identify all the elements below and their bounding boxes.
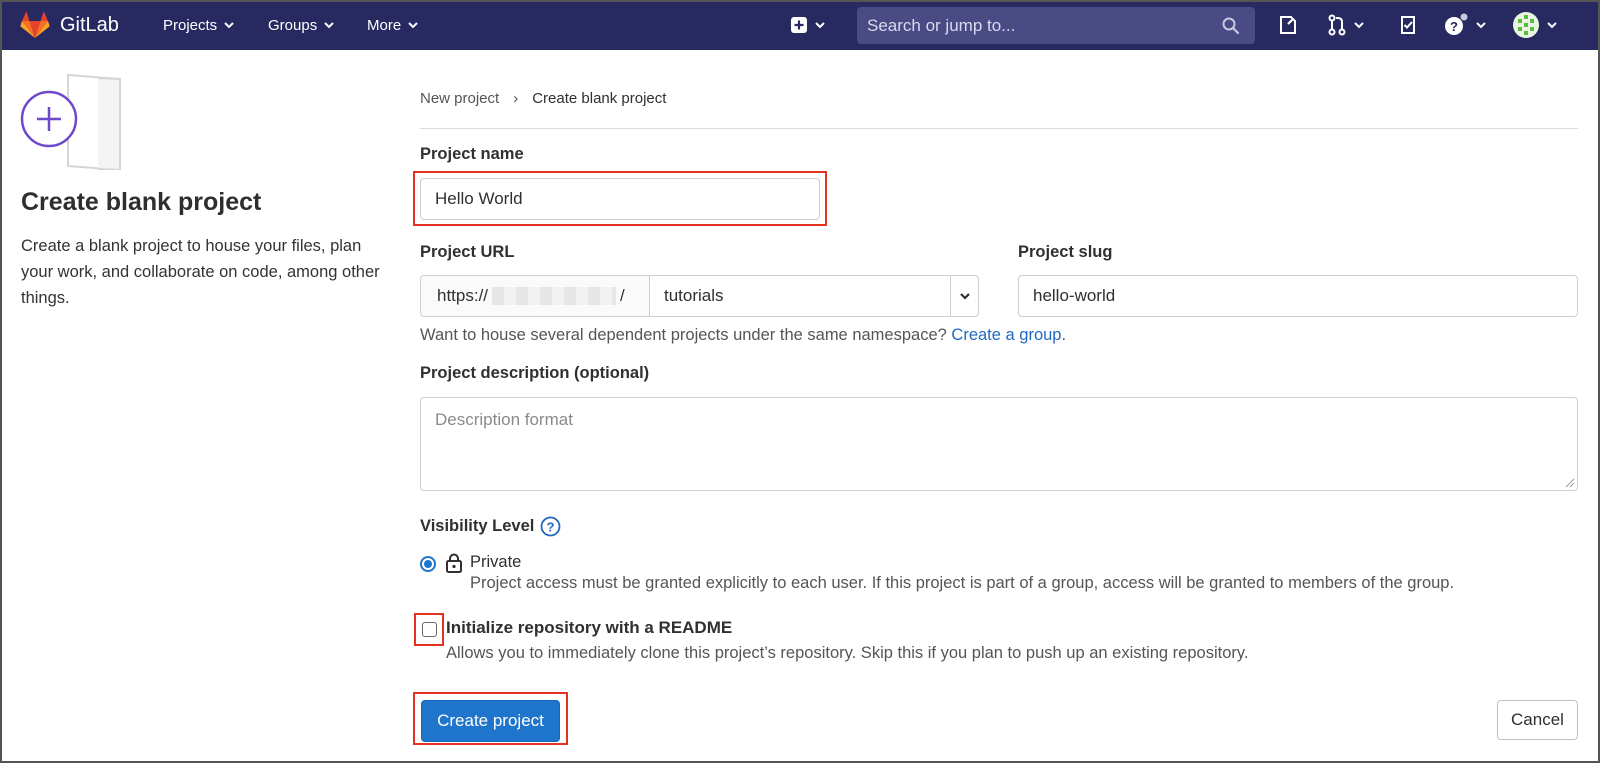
new-item-dropdown[interactable]	[790, 0, 826, 50]
project-slug-label: Project slug	[1018, 243, 1113, 261]
merge-request-icon	[1328, 14, 1346, 36]
help-dropdown[interactable]: ?	[1443, 0, 1487, 50]
visibility-private-label: Private	[470, 553, 522, 571]
avatar	[1513, 12, 1539, 38]
project-slug-input[interactable]: hello-world	[1018, 275, 1578, 317]
create-project-button[interactable]: Create project	[421, 700, 560, 742]
merge-requests-dropdown[interactable]	[1327, 0, 1365, 50]
search-icon	[1222, 17, 1240, 34]
chevron-down-icon	[408, 22, 418, 29]
search-placeholder: Search or jump to...	[867, 15, 1016, 35]
namespace-select[interactable]: tutorials	[649, 275, 979, 317]
resize-handle-icon[interactable]	[1565, 478, 1575, 488]
readme-desc: Allows you to immediately clone this pro…	[446, 644, 1249, 662]
divider	[420, 128, 1578, 129]
chevron-down-icon	[1547, 22, 1557, 29]
description-label: Project description (optional)	[420, 364, 650, 382]
breadcrumb-current: Create blank project	[532, 90, 667, 107]
help-icon: ?	[1445, 13, 1468, 35]
gitlab-home-link[interactable]: GitLab	[20, 0, 119, 50]
namespace-help-trail: .	[1061, 326, 1067, 344]
page-title: Create blank project	[21, 188, 262, 216]
url-prefix-text: https://	[437, 286, 489, 305]
search-input[interactable]: Search or jump to...	[857, 7, 1255, 44]
help-circle-icon[interactable]: ?	[540, 516, 561, 537]
description-textarea[interactable]: Description format	[420, 397, 1578, 491]
namespace-dropdown-toggle[interactable]	[950, 276, 978, 316]
breadcrumb-parent-link[interactable]: New project	[420, 90, 499, 107]
svg-text:?: ?	[1450, 19, 1458, 34]
top-navbar: GitLab Projects Groups More Search or ju…	[0, 0, 1600, 50]
namespace-value: tutorials	[664, 286, 724, 305]
project-name-value: Hello World	[435, 189, 523, 208]
svg-text:?: ?	[547, 520, 555, 535]
project-name-input[interactable]: Hello World	[420, 178, 820, 220]
more-menu[interactable]: More	[367, 0, 419, 50]
projects-menu-label: Projects	[163, 16, 218, 34]
url-suffix-text: /	[620, 286, 625, 305]
breadcrumb-separator: ›	[513, 90, 519, 107]
visibility-private-radio[interactable]	[420, 556, 436, 572]
visibility-label: Visibility Level	[420, 517, 535, 535]
visibility-label-row: Visibility Level ?	[420, 516, 561, 537]
namespace-help: Want to house several dependent projects…	[420, 326, 1066, 345]
plus-square-icon	[791, 17, 807, 33]
gitlab-logo-icon	[20, 11, 50, 38]
user-menu[interactable]	[1512, 0, 1558, 50]
description-placeholder: Description format	[435, 410, 573, 429]
projects-menu[interactable]: Projects	[163, 0, 235, 50]
project-url-label: Project URL	[420, 243, 515, 261]
cancel-button[interactable]: Cancel	[1497, 700, 1578, 740]
namespace-help-text: Want to house several dependent projects…	[420, 326, 947, 344]
readme-label: Initialize repository with a README	[446, 618, 733, 637]
chevron-down-icon	[324, 22, 334, 29]
lock-icon	[446, 553, 462, 573]
chevron-down-icon	[224, 22, 234, 29]
breadcrumb: New project › Create blank project	[420, 90, 666, 107]
project-slug-value: hello-world	[1033, 286, 1116, 305]
issues-icon[interactable]	[1276, 13, 1300, 37]
create-group-link[interactable]: Create a group	[951, 326, 1061, 344]
todos-icon[interactable]	[1396, 13, 1420, 37]
redacted-host	[492, 287, 617, 305]
project-url-prefix: https:// /	[420, 275, 649, 317]
blank-project-illustration	[20, 73, 121, 170]
more-menu-label: More	[367, 16, 402, 34]
chevron-down-icon	[959, 293, 970, 300]
chevron-down-icon	[815, 22, 825, 29]
page-description: Create a blank project to house your fil…	[21, 237, 380, 307]
groups-menu-label: Groups	[268, 16, 318, 34]
readme-checkbox[interactable]	[422, 622, 437, 637]
chevron-down-icon	[1354, 22, 1364, 29]
groups-menu[interactable]: Groups	[268, 0, 335, 50]
brand-name: GitLab	[60, 13, 119, 36]
project-name-label: Project name	[420, 145, 524, 163]
chevron-down-icon	[1476, 22, 1486, 29]
visibility-private-desc: Project access must be granted explicitl…	[470, 574, 1455, 592]
